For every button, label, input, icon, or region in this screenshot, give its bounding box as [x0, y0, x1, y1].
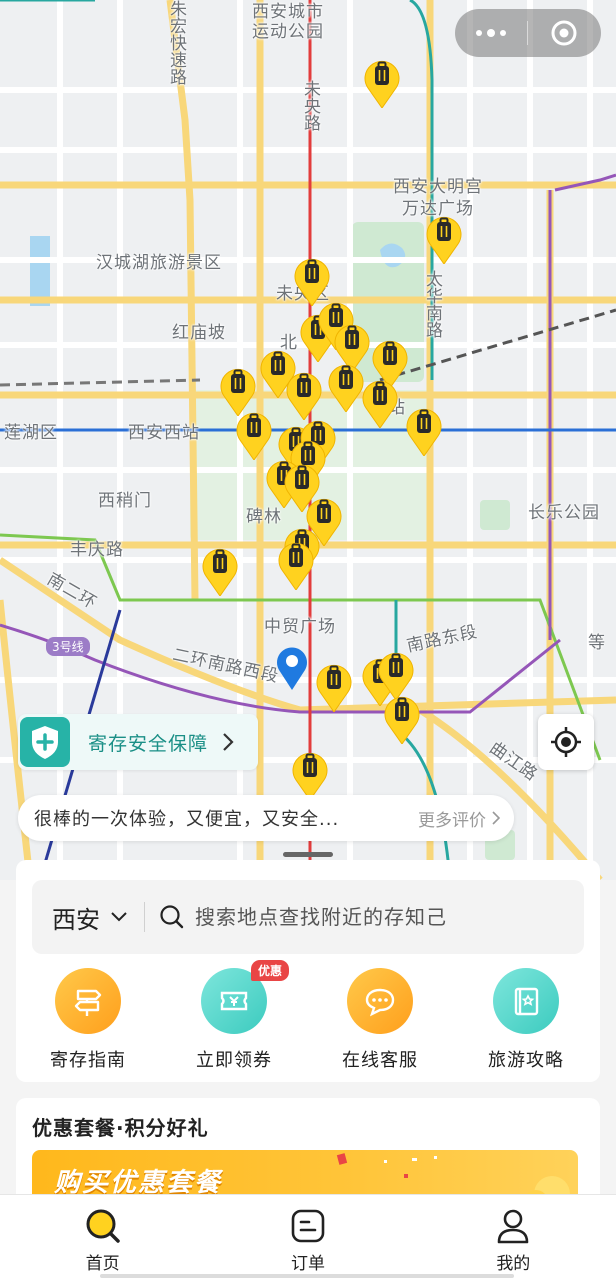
quick-action-guide[interactable]: 寄存指南 [28, 968, 148, 1072]
more-reviews-label: 更多评价 [418, 810, 486, 831]
discount-badge: 优惠 [250, 960, 289, 981]
quick-action-label: 在线客服 [342, 1050, 418, 1071]
city-selector[interactable]: 西安 [52, 900, 128, 935]
quick-action-label: 寄存指南 [50, 1050, 126, 1071]
map-label-xian-west: 西安西站 [128, 423, 200, 443]
map-label-park: 西安城市运动公园 [252, 2, 324, 42]
coupon-icon: 优惠 [201, 960, 289, 1034]
more-menu-button[interactable] [455, 9, 527, 57]
tab-home-label: 首页 [85, 1254, 120, 1274]
map-label-zhongmao: 中贸广场 [264, 617, 336, 637]
more-reviews-link[interactable]: 更多评价 [418, 806, 500, 831]
map-label-changle: 长乐公园 [528, 503, 600, 523]
metro-line-3-label: 3号线 [46, 637, 90, 656]
map-label-honggu: 红庙坡 [172, 323, 226, 343]
map-label-xishaomen: 西稍门 [98, 491, 152, 511]
map-label-hancheng: 汉城湖旅游景区 [96, 253, 222, 273]
search-bar: 西安 [32, 880, 584, 954]
locker-pin-icon[interactable] [314, 660, 354, 712]
tab-orders[interactable]: 订单 [205, 1195, 410, 1280]
locker-pin-icon[interactable] [360, 376, 400, 428]
map-label-zhuhong: 朱宏快速路 [166, 0, 186, 85]
tab-orders-label: 订单 [290, 1254, 325, 1274]
map-label-deng: 等 [588, 633, 606, 653]
signpost-icon [55, 968, 121, 1034]
quick-action-coupon[interactable]: 优惠 立即领券 [174, 960, 294, 1072]
review-strip[interactable]: 很棒的一次体验，又便宜，又安全... 更多评价 [18, 795, 514, 841]
guide-book-icon [493, 968, 559, 1034]
review-quote: 很棒的一次体验，又便宜，又安全... [34, 809, 340, 830]
tab-profile-label: 我的 [496, 1254, 531, 1274]
packages-section: 优惠套餐·积分好礼 购买优惠套餐 [16, 1098, 600, 1208]
map-view[interactable]: 西安城市运动公园 朱宏快速路 未央路 西安大明宫万达广场 汉城湖旅游景区 未央区… [0, 0, 616, 880]
map-label-fengqing: 丰庆路 [70, 540, 124, 560]
home-search-icon [86, 1209, 120, 1243]
chevron-right-icon [492, 811, 500, 825]
search-panel: 西安 寄存指南 优惠 [16, 860, 600, 1082]
tab-home[interactable]: 首页 [0, 1195, 205, 1280]
bottom-tab-bar: 首页 订单 我的 [0, 1194, 616, 1280]
shield-icon [20, 717, 70, 767]
locker-pin-icon[interactable] [284, 368, 324, 420]
locker-pin-icon[interactable] [362, 56, 402, 108]
locker-pin-icon[interactable] [234, 408, 274, 460]
target-circle-icon [551, 20, 577, 46]
map-label-taihua: 太华南路 [422, 270, 442, 338]
search-input[interactable] [195, 905, 495, 929]
safety-label: 寄存安全保障 [88, 732, 209, 755]
quick-action-support[interactable]: 在线客服 [320, 968, 440, 1072]
home-indicator [100, 1274, 514, 1278]
current-location-pin [275, 644, 309, 690]
tab-profile[interactable]: 我的 [411, 1195, 616, 1280]
sheet-drag-handle[interactable] [283, 852, 333, 857]
quick-action-label: 旅游攻略 [488, 1050, 564, 1071]
crosshair-icon [551, 727, 581, 757]
quick-action-travel-guide[interactable]: 旅游攻略 [466, 968, 586, 1072]
packages-title: 优惠套餐·积分好礼 [32, 1116, 209, 1140]
search-icon [160, 905, 184, 929]
chevron-down-icon [111, 912, 127, 922]
profile-icon [498, 1209, 529, 1244]
close-miniapp-button[interactable] [528, 9, 600, 57]
quick-action-label: 立即领券 [196, 1050, 272, 1071]
map-label-lianhu: 莲湖区 [4, 423, 58, 443]
miniapp-capsule [455, 9, 601, 57]
locker-pin-icon[interactable] [276, 538, 316, 590]
locker-pin-icon[interactable] [424, 212, 464, 264]
locker-pin-icon[interactable] [382, 692, 422, 744]
map-label-weiyang-road: 未央路 [300, 80, 320, 131]
chat-icon [347, 968, 413, 1034]
order-icon [291, 1209, 325, 1243]
safety-guarantee-banner[interactable]: 寄存安全保障 [18, 714, 258, 770]
locker-pin-icon[interactable] [290, 748, 330, 800]
locker-pin-icon[interactable] [200, 544, 240, 596]
city-label: 西安 [52, 905, 100, 934]
locate-me-button[interactable] [538, 714, 594, 770]
chevron-right-icon [223, 733, 234, 751]
locker-pin-icon[interactable] [404, 404, 444, 456]
